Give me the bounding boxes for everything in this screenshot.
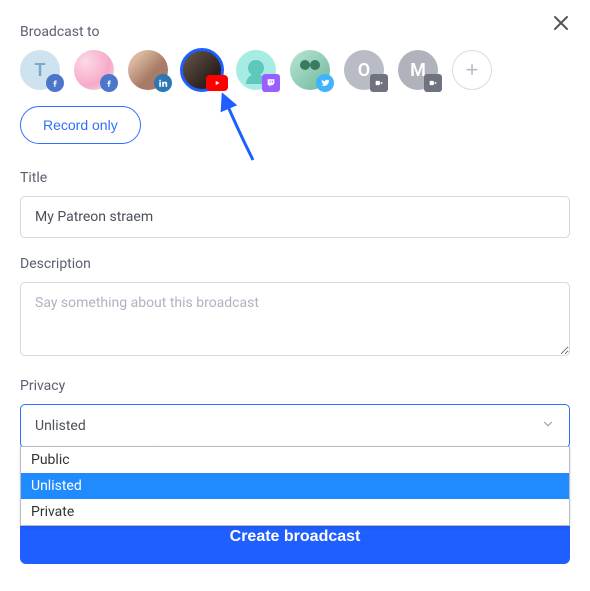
title-label: Title xyxy=(20,170,570,186)
linkedin-icon xyxy=(154,74,172,92)
channel-avatar[interactable]: T xyxy=(20,50,60,90)
twitch-icon xyxy=(262,74,280,92)
twitter-icon xyxy=(316,74,334,92)
title-input[interactable] xyxy=(20,196,570,238)
privacy-option-unlisted[interactable]: Unlisted xyxy=(21,473,569,499)
privacy-selected-value: Unlisted xyxy=(35,418,86,434)
close-icon[interactable] xyxy=(553,15,573,35)
custom-rtmp-icon xyxy=(370,74,388,92)
channel-avatar-selected[interactable] xyxy=(182,50,222,90)
custom-rtmp-icon xyxy=(424,74,442,92)
channel-avatar[interactable] xyxy=(128,50,168,90)
channel-avatar[interactable] xyxy=(236,50,276,90)
facebook-icon xyxy=(100,74,118,92)
channel-list: T xyxy=(20,50,570,90)
channel-avatar[interactable]: O xyxy=(344,50,384,90)
privacy-dropdown: Public Unlisted Private xyxy=(20,446,570,526)
description-label: Description xyxy=(20,256,570,272)
privacy-option-public[interactable]: Public xyxy=(21,447,569,473)
description-input[interactable] xyxy=(20,282,570,356)
avatar-letter: T xyxy=(34,60,45,81)
channel-avatar[interactable] xyxy=(290,50,330,90)
avatar-letter: O xyxy=(358,60,370,81)
youtube-icon xyxy=(206,75,228,91)
record-only-button[interactable]: Record only xyxy=(20,106,141,144)
add-channel-button[interactable]: + xyxy=(452,50,492,90)
facebook-icon xyxy=(46,74,64,92)
privacy-select[interactable]: Unlisted xyxy=(20,404,570,448)
privacy-label: Privacy xyxy=(20,378,570,394)
channel-avatar[interactable]: M xyxy=(398,50,438,90)
chevron-down-icon xyxy=(541,417,555,435)
privacy-option-private[interactable]: Private xyxy=(21,499,569,525)
broadcast-to-label: Broadcast to xyxy=(20,24,570,40)
channel-avatar[interactable] xyxy=(74,50,114,90)
